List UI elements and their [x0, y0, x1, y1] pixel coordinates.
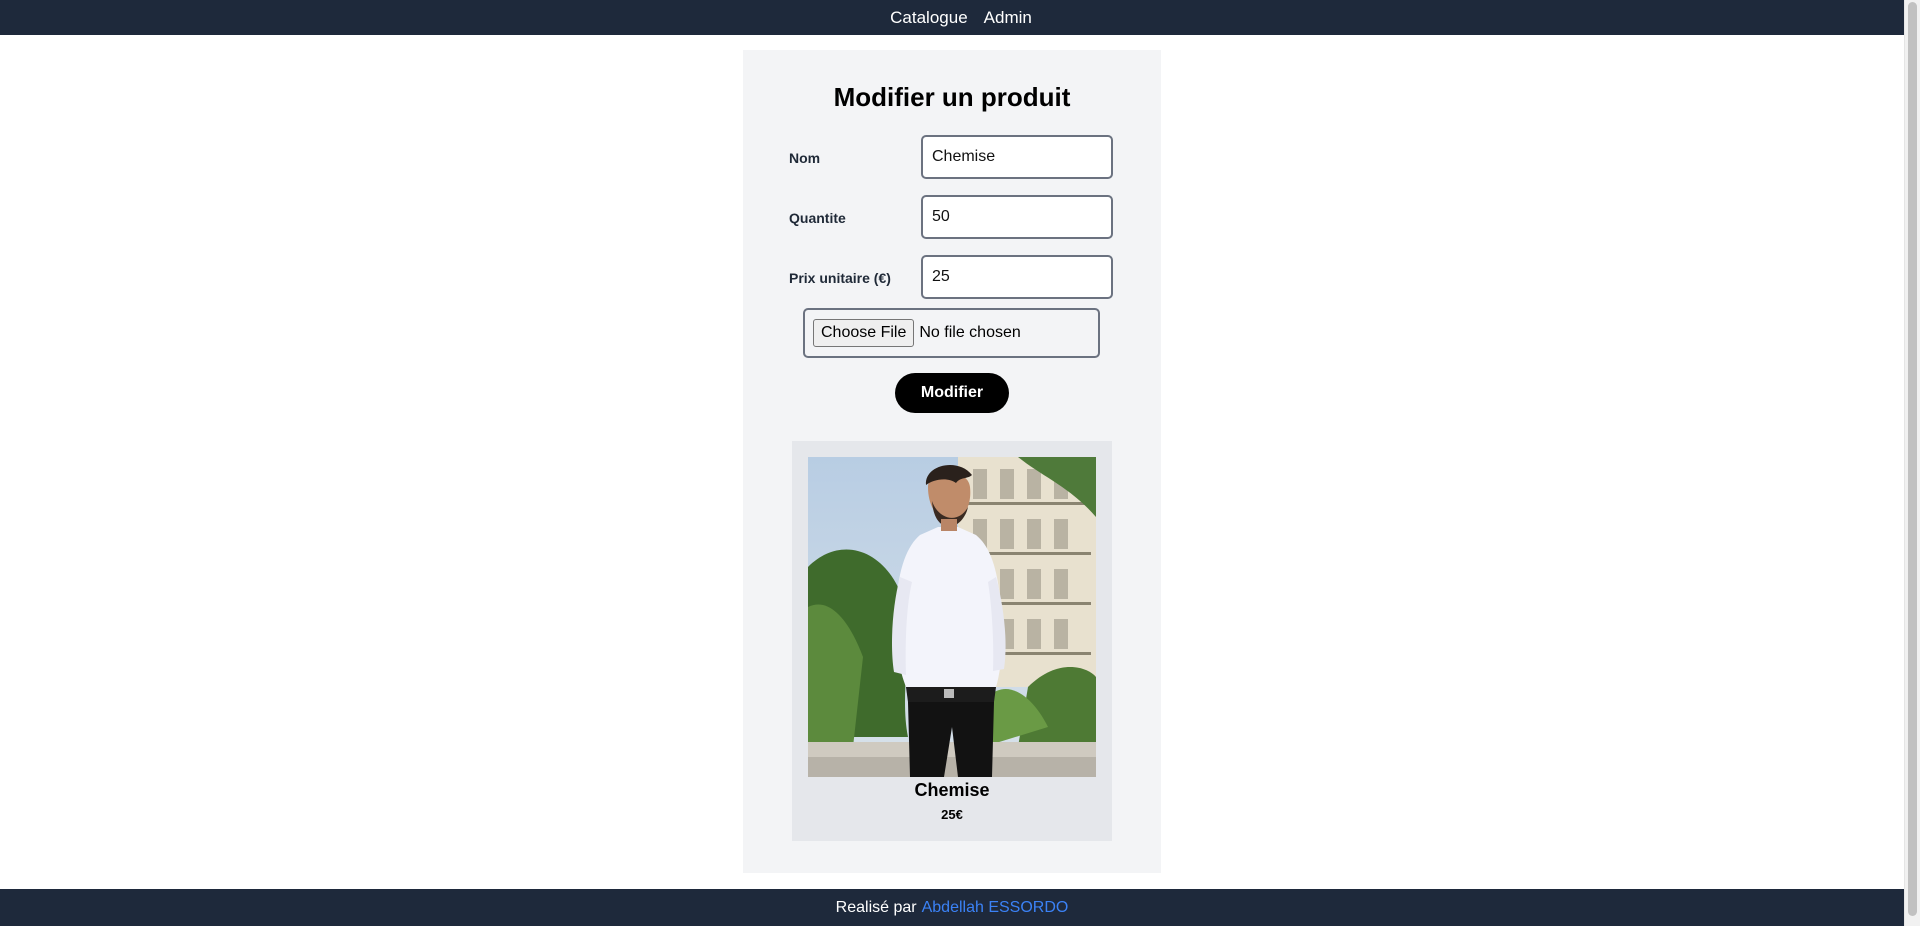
product-name: Chemise [914, 780, 990, 800]
quantity-label: Quantite [789, 210, 846, 226]
product-preview-card: Chemise 25€ [792, 441, 1112, 841]
modifier-button[interactable]: Modifier [895, 373, 1009, 413]
name-label: Nom [789, 150, 821, 166]
unit-price-label: Prix unitaire (€) [789, 270, 891, 286]
file-status-text: No file chosen [919, 324, 1021, 341]
unit-price-field[interactable] [921, 255, 1113, 299]
footer-author-link[interactable]: Abdellah ESSORDO [922, 899, 1069, 917]
name-field[interactable] [921, 135, 1113, 179]
page: Catalogue Admin Modifier un produit Nom … [0, 0, 1904, 926]
product-price: 25€ [941, 807, 963, 822]
product-photo [808, 457, 1096, 777]
edit-product-card: Modifier un produit Nom Quantite Prix un… [743, 50, 1161, 873]
file-input: Choose File No file chosen [803, 308, 1100, 358]
page-title: Modifier un produit [833, 82, 1071, 112]
vertical-scrollbar[interactable] [1904, 0, 1920, 926]
scrollbar-thumb[interactable] [1908, 2, 1917, 916]
footer-credit-prefix: Realisé par [835, 898, 917, 916]
nav-link-catalogue[interactable]: Catalogue [890, 3, 968, 33]
top-navbar: Catalogue Admin [0, 0, 1904, 35]
nav-link-admin[interactable]: Admin [984, 3, 1032, 33]
choose-file-button[interactable]: Choose File [813, 319, 915, 347]
quantity-field[interactable] [921, 195, 1113, 239]
product-photo-shirt [808, 457, 1096, 777]
footer: Realisé par Abdellah ESSORDO [0, 889, 1904, 926]
